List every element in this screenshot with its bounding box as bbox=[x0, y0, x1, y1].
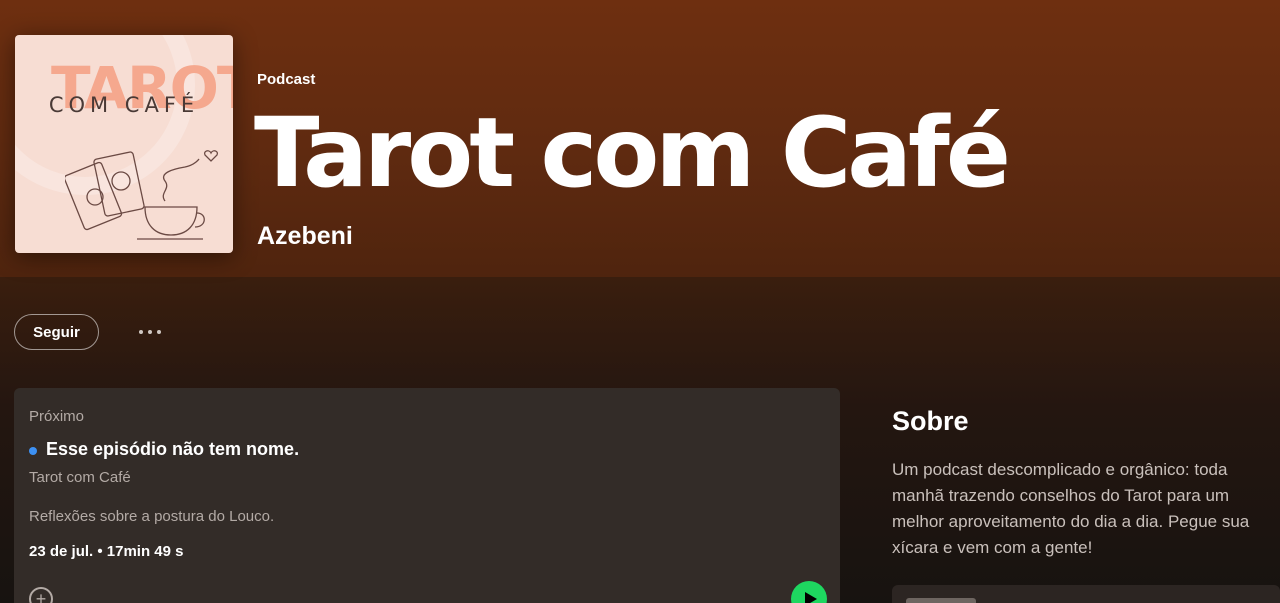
episode-title[interactable]: Esse episódio não tem nome. bbox=[46, 439, 299, 460]
cover-title-small: COM CAFÉ bbox=[48, 93, 200, 117]
play-button[interactable] bbox=[791, 581, 827, 603]
content-type-label: Podcast bbox=[257, 71, 316, 88]
rating-placeholder bbox=[906, 598, 976, 603]
more-options-icon[interactable] bbox=[130, 320, 170, 344]
about-description: Um podcast descomplicado e orgânico: tod… bbox=[892, 460, 1250, 557]
tarot-cards-coffee-illustration bbox=[65, 150, 219, 240]
episode-show-name[interactable]: Tarot com Café bbox=[29, 469, 131, 486]
podcast-author[interactable]: Azebeni bbox=[257, 222, 353, 251]
episode-meta: 23 de jul. • 17min 49 s bbox=[29, 543, 184, 560]
next-episode-card[interactable]: Próximo Esse episódio não tem nome. Taro… bbox=[14, 388, 840, 603]
unplayed-dot-icon bbox=[29, 447, 37, 455]
play-icon bbox=[804, 592, 817, 603]
podcast-title: Tarot com Café bbox=[254, 97, 1011, 209]
about-heading: Sobre bbox=[892, 406, 969, 436]
episode-description: Reflexões sobre a postura do Louco. bbox=[29, 508, 275, 525]
follow-button[interactable]: Seguir bbox=[14, 314, 99, 350]
add-episode-icon[interactable]: + bbox=[29, 587, 53, 603]
next-label: Próximo bbox=[29, 408, 85, 425]
about-rating-card bbox=[892, 585, 1280, 603]
podcast-cover-art: TAROT COM CAFÉ bbox=[15, 35, 233, 253]
